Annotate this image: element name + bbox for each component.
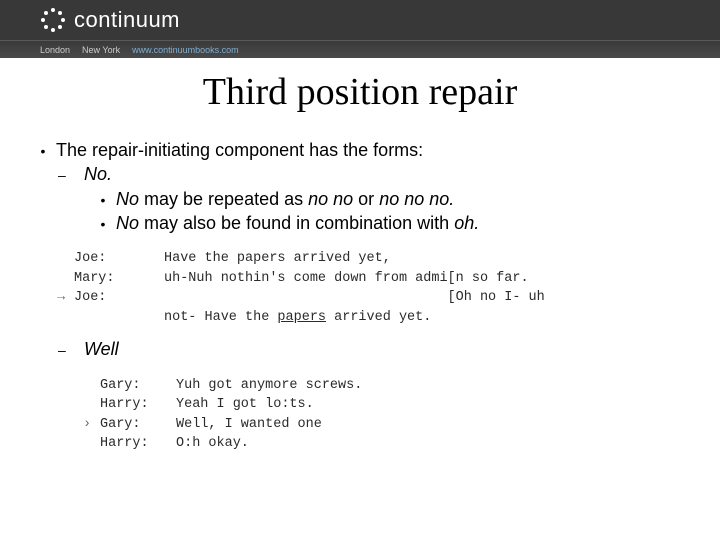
sub-well: – Well [30, 337, 690, 361]
bullet-icon: • [30, 138, 56, 161]
bullet-icon: • [90, 187, 116, 210]
sub-no-1: • No may be repeated as no no or no no n… [30, 187, 690, 211]
slide-body: • The repair-initiating component has th… [0, 138, 720, 454]
sub-city-1: London [40, 45, 70, 55]
dash-icon: – [58, 162, 84, 185]
brand-logo: continuum [40, 7, 180, 33]
lead-bullet: • The repair-initiating component has th… [30, 138, 690, 162]
arrow-small-icon: › [74, 415, 100, 435]
sub-no-1-text: No may be repeated as no no or no no no. [116, 187, 454, 211]
lead-text: The repair-initiating component has the … [56, 138, 423, 162]
sub-city-2: New York [82, 45, 120, 55]
sub-well-label: Well [84, 337, 119, 361]
sub-no-label: No. [84, 162, 112, 186]
brand-name: continuum [74, 7, 180, 33]
sub-no-2: • No may also be found in combination wi… [30, 211, 690, 235]
sub-no: – No. [30, 162, 690, 186]
continuum-logo-icon [40, 7, 66, 33]
brand-header: continuum [0, 0, 720, 40]
transcript-2: Gary:Yuh got anymore screws. Harry:Yeah … [74, 376, 672, 454]
brand-sub-bar: London New York www.continuumbooks.com [0, 40, 720, 58]
arrow-icon: → [48, 288, 74, 308]
sub-url: www.continuumbooks.com [132, 45, 239, 55]
dash-icon: – [58, 337, 84, 360]
transcript-1: Joe:Have the papers arrived yet, Mary:uh… [48, 249, 672, 327]
sub-no-2-text: No may also be found in combination with… [116, 211, 479, 235]
bullet-icon: • [90, 211, 116, 234]
slide-title: Third position repair [0, 70, 720, 114]
